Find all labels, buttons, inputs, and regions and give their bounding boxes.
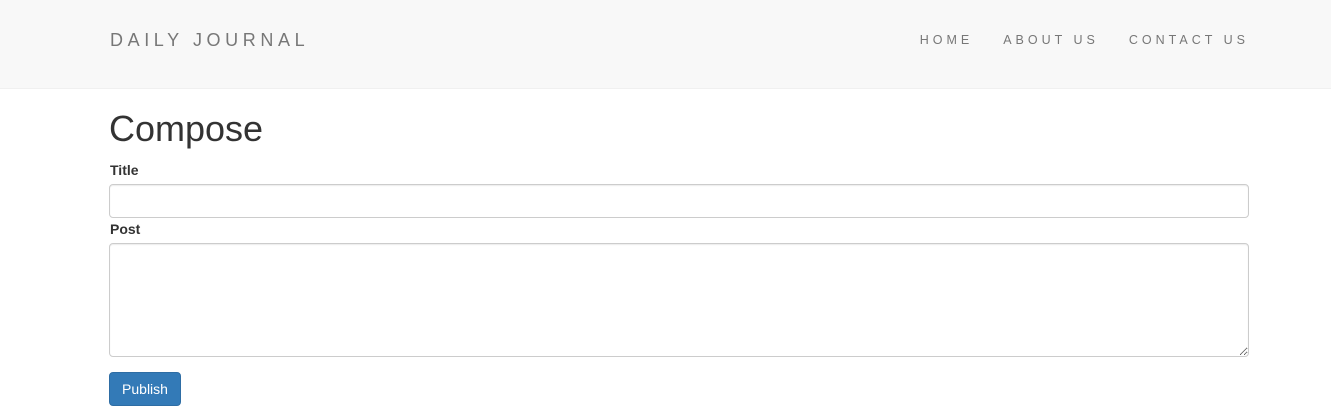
page-title: Compose	[109, 108, 264, 149]
title-label: Title	[110, 162, 139, 178]
publish-button[interactable]: Publish	[109, 372, 181, 406]
post-label: Post	[110, 221, 141, 237]
brand-link[interactable]: DAILY JOURNAL	[110, 30, 309, 50]
title-input[interactable]	[109, 184, 1249, 218]
nav-link-about-us[interactable]: ABOUT US	[1003, 33, 1099, 47]
navbar: DAILY JOURNAL HOME ABOUT US CONTACT US	[0, 0, 1331, 89]
nav-link-home[interactable]: HOME	[920, 33, 974, 47]
nav-link-contact-us[interactable]: CONTACT US	[1129, 33, 1249, 47]
nav-links: HOME ABOUT US CONTACT US	[920, 33, 1249, 47]
post-textarea[interactable]	[109, 243, 1249, 357]
